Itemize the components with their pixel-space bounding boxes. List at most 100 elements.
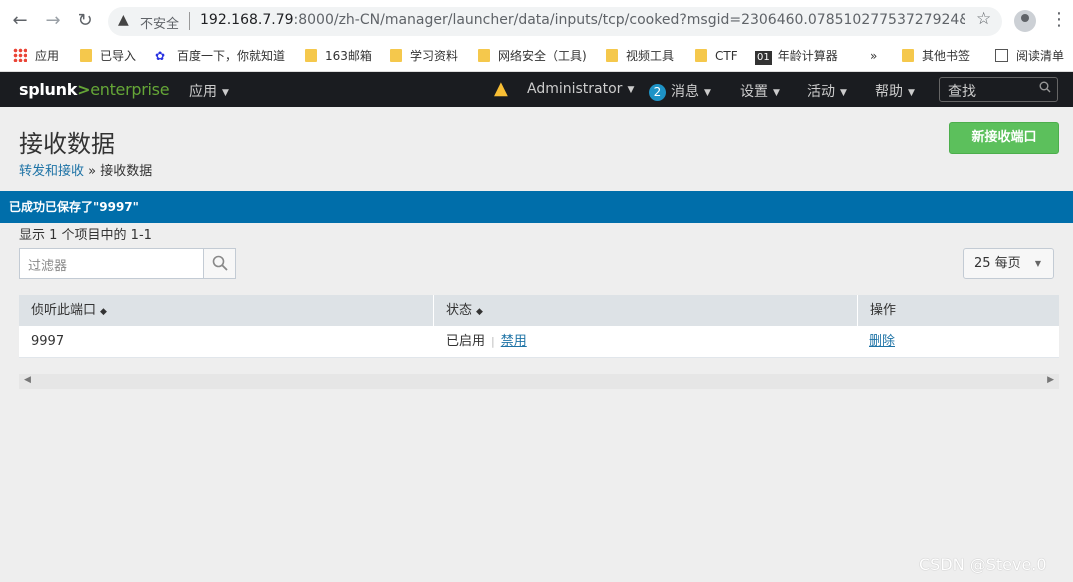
messages-menu[interactable]: 2 消息 ▼ [649, 81, 711, 101]
reading-list-icon [995, 49, 1008, 62]
profile-avatar-icon[interactable] [1014, 10, 1036, 32]
watermark: CSDN @Steve.0 [919, 555, 1047, 574]
reload-icon[interactable]: ↻ [74, 10, 96, 32]
apps-menu[interactable]: 应用 ▼ [189, 81, 229, 101]
baidu-paw-icon: ✿ [155, 49, 166, 63]
per-page-label: 25 每页 [974, 256, 1021, 271]
settings-label: 设置 [740, 84, 768, 100]
bookmark-label: 网络安全（工具) [498, 49, 587, 63]
bookmark-label: 年龄计算器 [777, 49, 838, 63]
header-search-input[interactable]: 查找 [939, 77, 1058, 102]
filter-search-button[interactable] [203, 249, 235, 278]
messages-count-badge: 2 [649, 84, 666, 101]
status-text: 已启用 [446, 334, 486, 349]
bookmark-item[interactable]: 视频工具 [606, 47, 674, 65]
column-header-port[interactable]: 侦听此端口 ◆ [19, 295, 433, 326]
calculator-icon: 01 [755, 51, 772, 65]
bookmark-label: 视频工具 [626, 49, 675, 63]
table-row: 9997 已启用 | 禁用 删除 [19, 326, 1059, 358]
search-placeholder: 查找 [948, 84, 976, 100]
search-icon [212, 255, 228, 271]
browser-toolbar: ← → ↻ ▲ 不安全 192.168.7.79:8000/zh-CN/mana… [0, 0, 1073, 40]
breadcrumb-separator: » [84, 164, 101, 179]
back-icon[interactable]: ← [9, 10, 31, 32]
bookmark-star-icon[interactable]: ☆ [976, 9, 991, 29]
logo-main: splunk [19, 80, 78, 99]
cell-port: 9997 [31, 334, 65, 349]
apps-grid-icon [13, 48, 27, 62]
user-label: Administrator [527, 81, 623, 97]
help-menu[interactable]: 帮助 ▼ [875, 81, 915, 101]
per-page-select[interactable]: 25 每页 ▼ [963, 248, 1054, 279]
column-header-actions: 操作 [857, 295, 1059, 326]
folder-icon [80, 49, 92, 62]
bookmark-label: 学习资料 [410, 49, 459, 63]
apps-menu-label: 应用 [189, 84, 217, 100]
activity-label: 活动 [807, 84, 835, 100]
column-header-label: 侦听此端口 [31, 303, 97, 318]
logo-arrow: > [77, 80, 91, 99]
health-warning-icon[interactable]: ▲ [494, 78, 508, 99]
settings-menu[interactable]: 设置 ▼ [740, 81, 780, 101]
bookmark-label: 阅读清单 [1016, 49, 1065, 63]
folder-icon [902, 49, 914, 62]
bookmark-item[interactable]: 已导入 [80, 47, 136, 65]
cell-actions: 删除 [857, 326, 895, 358]
address-separator [189, 12, 190, 30]
bookmarks-more[interactable]: » [870, 47, 877, 65]
activity-menu[interactable]: 活动 ▼ [807, 81, 847, 101]
breadcrumb: 转发和接收 » 接收数据 [19, 160, 152, 179]
filter-input[interactable]: 过滤器 [19, 248, 236, 279]
bookmark-item[interactable]: 学习资料 [390, 47, 458, 65]
table-header: 侦听此端口 ◆ 状态 ◆ 操作 [19, 295, 1059, 326]
folder-icon [606, 49, 618, 62]
column-header-status[interactable]: 状态 ◆ [433, 295, 857, 326]
bookmark-item[interactable]: 163邮箱 [305, 47, 372, 65]
help-label: 帮助 [875, 84, 903, 100]
results-count: 显示 1 个项目中的 1-1 [19, 228, 152, 243]
bookmark-label: 163邮箱 [325, 49, 372, 63]
caret-down-icon: ▼ [908, 88, 915, 98]
bookmark-label: 应用 [35, 49, 60, 63]
bookmark-item[interactable]: ✿ 百度一下，你就知道 [155, 47, 285, 65]
bookmark-label: CTF [715, 49, 738, 63]
sort-icon: ◆ [476, 307, 483, 317]
splunk-logo[interactable]: splunk>enterprise [19, 80, 170, 99]
bookmark-item[interactable]: 01 年龄计算器 [755, 47, 838, 65]
scroll-right-icon[interactable]: ▶ [1047, 375, 1054, 385]
column-header-label: 状态 [446, 303, 473, 318]
caret-down-icon: ▼ [1034, 259, 1041, 268]
disable-link[interactable]: 禁用 [501, 334, 527, 349]
success-banner: 已成功已保存了"9997" [0, 191, 1073, 223]
url-path: :8000/zh-CN/manager/launcher/data/inputs… [293, 12, 965, 28]
caret-down-icon: ▼ [773, 88, 780, 98]
browser-menu-icon[interactable]: ⋮ [1050, 9, 1068, 30]
filter-placeholder: 过滤器 [28, 259, 68, 274]
caret-down-icon: ▼ [222, 88, 229, 98]
insecure-label[interactable]: 不安全 [140, 13, 179, 32]
forward-icon[interactable]: → [42, 10, 64, 32]
search-icon [1039, 81, 1051, 93]
horizontal-scrollbar[interactable]: ◀ ▶ [19, 374, 1059, 389]
breadcrumb-link-forwarding[interactable]: 转发和接收 [19, 164, 84, 179]
bookmark-apps[interactable]: 应用 [13, 47, 59, 65]
cell-status: 已启用 | 禁用 [434, 326, 527, 358]
user-menu[interactable]: Administrator ▼ [527, 81, 634, 97]
bookmark-item[interactable]: 网络安全（工具) [478, 47, 587, 65]
page-title: 接收数据 [19, 130, 115, 158]
warning-icon[interactable]: ▲ [118, 12, 129, 28]
messages-label: 消息 [671, 84, 699, 100]
bookmark-item[interactable]: CTF [695, 47, 738, 65]
scroll-left-icon[interactable]: ◀ [24, 375, 31, 385]
folder-icon [695, 49, 707, 62]
bookmark-reading-list[interactable]: 阅读清单 [995, 47, 1064, 65]
bookmark-label: 百度一下，你就知道 [177, 49, 286, 63]
caret-down-icon: ▼ [704, 88, 711, 98]
url-text[interactable]: 192.168.7.79:8000/zh-CN/manager/launcher… [200, 12, 965, 28]
bookmark-other[interactable]: 其他书签 [902, 47, 970, 65]
new-receiving-port-button[interactable]: 新接收端口 [949, 122, 1059, 154]
bookmarks-bar: 应用 已导入 ✿ 百度一下，你就知道 163邮箱 学习资料 网络安全（工具) 视频… [0, 40, 1073, 72]
delete-link[interactable]: 删除 [869, 334, 895, 349]
folder-icon [305, 49, 317, 62]
bookmark-label: 其他书签 [922, 49, 971, 63]
